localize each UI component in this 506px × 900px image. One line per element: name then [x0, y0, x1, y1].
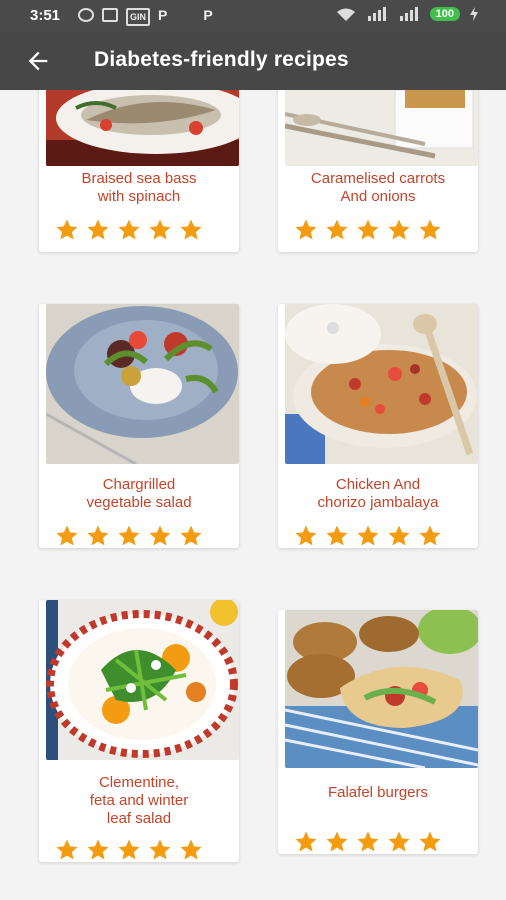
recipe-name-line: leaf salad	[106, 810, 172, 827]
recipe-name-line: And onions	[340, 188, 416, 205]
recipe-name: Chicken And chorizo jambalaya	[278, 476, 478, 512]
screenshot-icon	[102, 8, 118, 22]
star-icon	[56, 839, 78, 860]
star-icon	[326, 525, 348, 546]
recipe-name: Braised sea bass with spinach	[39, 170, 239, 206]
battery-badge: 100	[429, 7, 460, 21]
recipe-name-line: Clementine,	[98, 774, 180, 791]
status-icons-left: GIN P P	[78, 8, 213, 26]
arrow-back-icon[interactable]	[24, 47, 52, 75]
recipe-card-falafel-burgers[interactable]: Falafel burgers	[278, 610, 478, 854]
star-icon	[295, 525, 317, 546]
star-icon	[87, 839, 109, 860]
star-icon	[56, 525, 78, 546]
star-icon	[149, 525, 171, 546]
star-icon	[295, 831, 317, 852]
status-icons-right: 100	[336, 7, 478, 21]
recipe-image-clementine-salad	[46, 600, 239, 760]
recipe-name: Falafel burgers	[278, 784, 478, 802]
recipe-image-jambalaya	[285, 304, 478, 464]
star-icon	[388, 219, 410, 240]
recipe-name: Clementine, feta and winter leaf salad	[39, 774, 239, 828]
star-icon	[388, 525, 410, 546]
p-icon-1: P	[158, 7, 168, 23]
star-icon	[295, 219, 317, 240]
rating-stars	[55, 218, 203, 242]
star-icon	[180, 525, 202, 546]
rating-stars	[55, 838, 203, 862]
star-icon	[326, 219, 348, 240]
grid-icon: GIN	[126, 8, 151, 26]
recipe-card-chargrilled-salad[interactable]: Chargrilled vegetable salad	[39, 304, 239, 548]
recipe-card-sea-bass[interactable]: Braised sea bass with spinach	[39, 90, 239, 252]
signal-icon-1	[367, 7, 386, 21]
recipe-grid[interactable]: Braised sea bass with spinach Caramelise…	[0, 90, 506, 900]
p-icon-2: P	[203, 7, 213, 23]
star-icon	[87, 219, 109, 240]
status-bar: 3:51 GIN P P 100	[0, 0, 506, 32]
star-icon	[419, 525, 441, 546]
recipe-name-line: feta and winter	[89, 792, 189, 809]
star-icon	[388, 831, 410, 852]
rating-stars	[294, 830, 442, 854]
recipe-image-sea-bass	[46, 90, 239, 166]
status-time: 3:51	[30, 7, 61, 24]
recipe-image-chargrilled-salad	[46, 304, 239, 464]
star-icon	[56, 219, 78, 240]
do-not-disturb-icon	[78, 8, 94, 22]
rating-stars	[294, 218, 442, 242]
charging-icon	[470, 7, 478, 21]
recipe-name-line: Falafel burgers	[327, 784, 429, 801]
star-icon	[357, 525, 379, 546]
star-icon	[180, 839, 202, 860]
recipe-card-caramelised-carrots[interactable]: Caramelised carrots And onions	[278, 90, 478, 252]
star-icon	[118, 525, 140, 546]
recipe-name-line: with spinach	[97, 188, 181, 205]
recipe-image-carrots	[285, 90, 478, 166]
star-icon	[118, 219, 140, 240]
recipe-name-line: vegetable salad	[86, 494, 192, 511]
recipe-image-falafel	[285, 610, 478, 768]
star-icon	[357, 219, 379, 240]
recipe-name: Chargrilled vegetable salad	[39, 476, 239, 512]
recipe-name-line: chorizo jambalaya	[317, 494, 439, 511]
app-bar: Diabetes-friendly recipes	[0, 32, 506, 90]
recipe-name: Caramelised carrots And onions	[278, 170, 478, 206]
recipe-card-clementine-salad[interactable]: Clementine, feta and winter leaf salad	[39, 600, 239, 862]
page-title: Diabetes-friendly recipes	[94, 48, 349, 71]
rating-stars	[55, 524, 203, 548]
star-icon	[326, 831, 348, 852]
recipe-name-line: Caramelised carrots	[310, 170, 446, 187]
star-icon	[419, 219, 441, 240]
star-icon	[419, 831, 441, 852]
recipe-card-jambalaya[interactable]: Chicken And chorizo jambalaya	[278, 304, 478, 548]
star-icon	[149, 219, 171, 240]
star-icon	[118, 839, 140, 860]
recipe-name-line: Chicken And	[335, 476, 421, 493]
star-icon	[180, 219, 202, 240]
recipe-name-line: Braised sea bass	[81, 170, 197, 187]
signal-icon-2	[399, 7, 418, 21]
rating-stars	[294, 524, 442, 548]
star-icon	[87, 525, 109, 546]
recipe-name-line: Chargrilled	[102, 476, 176, 493]
star-icon	[149, 839, 171, 860]
wifi-icon	[336, 8, 355, 21]
star-icon	[357, 831, 379, 852]
